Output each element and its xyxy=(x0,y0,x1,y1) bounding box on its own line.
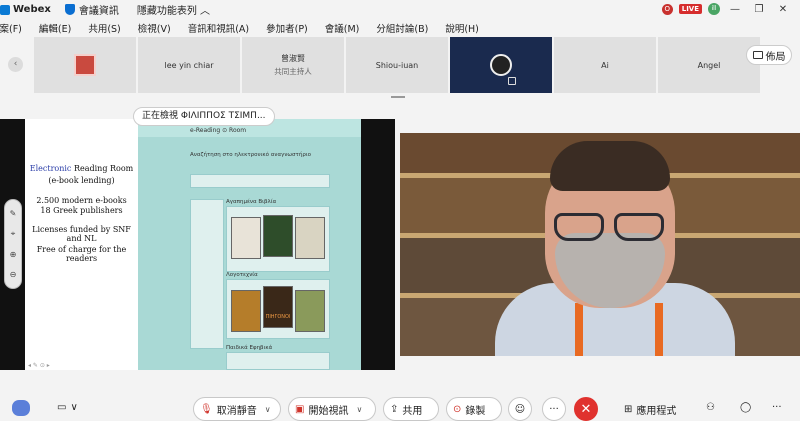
smiley-icon: ☺ xyxy=(514,403,526,415)
menu-breakout[interactable]: 分組討論(B) xyxy=(376,21,428,35)
assistant-bot-icon[interactable] xyxy=(12,400,30,416)
menu-file[interactable]: 檔案(F) xyxy=(0,21,22,35)
meeting-info-button[interactable]: 會議資訊 xyxy=(79,2,119,17)
mic-muted-icon: 🎙 xyxy=(200,403,213,415)
record-icon: ⊙ xyxy=(453,403,462,415)
title-bar: Webex 會議資訊 隱藏功能表列 ︿ O LIVE ill — ❐ ✕ xyxy=(0,0,800,19)
menu-share[interactable]: 共用(S) xyxy=(88,21,120,35)
chat-button[interactable]: ◯ xyxy=(740,402,751,413)
hide-menubar-button[interactable]: 隱藏功能表列 ︿ xyxy=(137,2,210,17)
pin-icon[interactable]: ⌖ xyxy=(11,229,16,239)
app-name: Webex xyxy=(13,4,51,15)
participant-name: Angel xyxy=(697,60,721,70)
resize-handle[interactable] xyxy=(391,96,405,98)
captions-button[interactable]: ▭ ∨ xyxy=(57,402,78,413)
participant-tile-video[interactable] xyxy=(450,37,552,93)
end-call-button[interactable]: ✕ xyxy=(574,397,598,421)
site-sidebar xyxy=(190,199,224,349)
share-button[interactable]: ⇪ 共用 xyxy=(383,397,439,421)
unmute-button[interactable]: 🎙 取消靜音 ∨ xyxy=(193,397,281,421)
close-button[interactable]: ✕ xyxy=(774,4,792,15)
strip-prev-button[interactable]: ‹ xyxy=(8,57,23,72)
participant-tile[interactable] xyxy=(34,37,136,93)
search-bar xyxy=(190,174,330,188)
user-avatar[interactable]: ill xyxy=(708,3,720,15)
chat-icon: ◯ xyxy=(740,402,752,413)
participant-tile[interactable]: Angel xyxy=(658,37,760,93)
speaker-video xyxy=(400,133,800,356)
participant-name: 曾淑賢 xyxy=(281,54,305,63)
restore-button[interactable]: ❐ xyxy=(750,4,768,15)
participant-role: 共同主持人 xyxy=(274,67,312,76)
participants-icon: ⚇ xyxy=(706,402,715,413)
apps-icon: ⊞ xyxy=(624,404,633,415)
live-badge: LIVE xyxy=(678,4,702,14)
participant-tile[interactable]: Shiou-iuan xyxy=(346,37,448,93)
speaker-glasses xyxy=(550,213,668,243)
annotate-icon[interactable]: ✎ xyxy=(10,209,17,218)
shared-screen[interactable]: Electronic Reading Room (e-book lending)… xyxy=(0,119,395,370)
participant-tile[interactable]: Ai xyxy=(554,37,656,93)
shield-icon xyxy=(64,4,75,15)
more-menu-button[interactable]: ··· xyxy=(772,402,782,413)
participant-strip: ‹ lee yin chiar 曾淑賢 共同主持人 Shiou-iuan Ai … xyxy=(0,37,800,94)
viewing-indicator: 正在檢視 ΦΙΛΙΠΠΟΣ ΤΣΙΜΠ... xyxy=(133,107,275,126)
zoom-in-icon[interactable]: ⊕ xyxy=(10,250,17,259)
menu-audio-video[interactable]: 音訊和視訊(A) xyxy=(188,21,249,35)
presentation-slide: Electronic Reading Room (e-book lending)… xyxy=(25,119,138,370)
recording-indicator-icon: O xyxy=(661,3,673,15)
more-options-button[interactable]: ··· xyxy=(542,397,566,421)
camera-off-icon: ▣ xyxy=(295,403,305,415)
menu-meeting[interactable]: 會議(M) xyxy=(325,21,360,35)
obs-logo-icon xyxy=(490,54,512,76)
apps-button[interactable]: ⊞ 應用程式 xyxy=(624,402,676,417)
participant-tile[interactable]: 曾淑賢 共同主持人 xyxy=(242,37,344,93)
menu-bar: 檔案(F) 編輯(E) 共用(S) 檢視(V) 音訊和視訊(A) 參加者(P) … xyxy=(0,20,800,36)
books-panel: ΠΙΗΓΟΝΟΙ xyxy=(226,279,330,339)
start-video-button[interactable]: ▣ 開始視訊 ∨ xyxy=(288,397,376,421)
minimize-button[interactable]: — xyxy=(726,4,744,15)
layout-button[interactable]: 佈局 xyxy=(746,45,792,65)
menu-view[interactable]: 檢視(V) xyxy=(138,21,171,35)
zoom-out-icon[interactable]: ⊖ xyxy=(10,270,17,279)
books-panel xyxy=(226,206,330,272)
layout-grid-icon xyxy=(752,51,763,59)
participant-avatar xyxy=(74,54,96,76)
participant-name: Shiou-iuan xyxy=(375,60,419,70)
zoom-toolbar: ✎ ⌖ ⊕ ⊖ xyxy=(4,199,22,289)
menu-help[interactable]: 說明(H) xyxy=(445,21,479,35)
captions-icon: ▭ xyxy=(57,402,67,413)
more-icon: ··· xyxy=(772,402,782,413)
menu-participants[interactable]: 參加者(P) xyxy=(266,21,308,35)
participant-name: lee yin chiar xyxy=(164,60,214,70)
reactions-button[interactable]: ☺ xyxy=(508,397,532,421)
participant-tile[interactable]: lee yin chiar xyxy=(138,37,240,93)
participants-button[interactable]: ⚇ xyxy=(706,402,715,413)
slide-controls[interactable]: ◂ ✎ ⊙ ▸ xyxy=(28,362,50,369)
share-icon: ⇪ xyxy=(390,403,399,415)
participant-name: Ai xyxy=(601,60,609,70)
record-button[interactable]: ⊙ 錄製 xyxy=(446,397,502,421)
ebook-site-screenshot: e-Reading ⊙ Room Αναζήτηση στο ηλεκτρονι… xyxy=(138,119,361,370)
muted-icon xyxy=(508,77,516,85)
webex-logo-icon xyxy=(0,4,10,15)
menu-edit[interactable]: 編輯(E) xyxy=(39,21,71,35)
